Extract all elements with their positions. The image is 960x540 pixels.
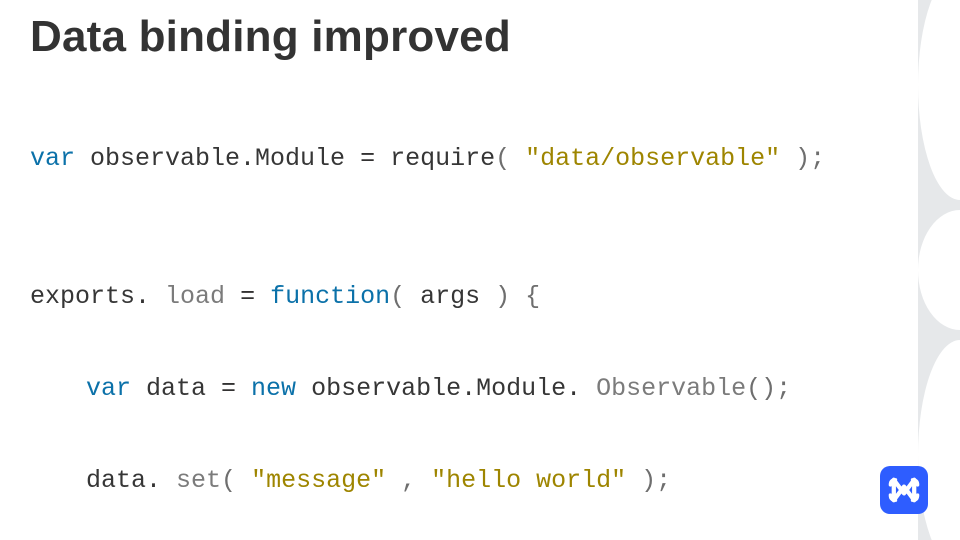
ident-data: data — [86, 466, 146, 495]
paren-close: ); — [780, 144, 825, 173]
prop-observable: Observable — [596, 374, 746, 403]
right-edge-mid-bump — [918, 210, 960, 330]
code-line-3: var data = new observable.Module. Observ… — [30, 366, 900, 412]
ident-data: data — [131, 374, 221, 403]
n-logo-icon — [887, 473, 921, 507]
prop-load: load — [165, 282, 240, 311]
keyword-var: var — [86, 374, 131, 403]
equals: = — [360, 144, 390, 173]
ident-exports: exports — [30, 282, 135, 311]
paren-open: ( — [390, 282, 420, 311]
dot: . — [566, 374, 596, 403]
code-block: var observable.Module = require( "data/o… — [30, 90, 900, 540]
ident-observable-module-2: observable.Module — [296, 374, 566, 403]
code-line-4: data. set( "message" , "hello world" ); — [30, 458, 900, 504]
method-set: set — [176, 466, 221, 495]
string-hello-world: "hello world" — [431, 466, 626, 495]
keyword-new: new — [251, 374, 296, 403]
equals: = — [240, 282, 270, 311]
comma: , — [386, 466, 431, 495]
slide-title: Data binding improved — [30, 12, 511, 62]
slide: Data binding improved var observable.Mod… — [0, 0, 960, 540]
fn-require: require — [390, 144, 495, 173]
keyword-function: function — [270, 282, 390, 311]
dot: . — [135, 282, 165, 311]
paren-open: ( — [221, 466, 251, 495]
equals: = — [221, 374, 251, 403]
paren-semi: (); — [746, 374, 791, 403]
keyword-var: var — [30, 144, 75, 173]
param-args: args — [420, 282, 480, 311]
paren-open: ( — [495, 144, 525, 173]
string-data-observable: "data/observable" — [525, 144, 780, 173]
right-edge-decoration — [918, 0, 960, 540]
string-message: "message" — [251, 466, 386, 495]
paren-close: ); — [626, 466, 671, 495]
nativescript-logo — [880, 466, 928, 514]
code-line-2: exports. load = function( args ) { — [30, 274, 900, 320]
paren-close-brace: ) { — [480, 282, 540, 311]
ident-observable-module: observable.Module — [75, 144, 360, 173]
dot: . — [146, 466, 176, 495]
code-line-1: var observable.Module = require( "data/o… — [30, 136, 900, 182]
